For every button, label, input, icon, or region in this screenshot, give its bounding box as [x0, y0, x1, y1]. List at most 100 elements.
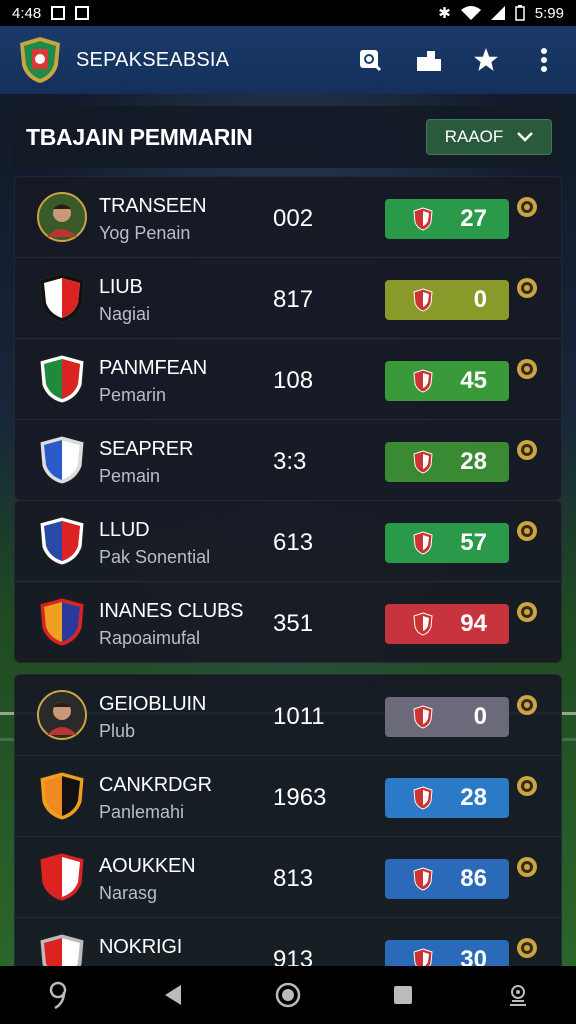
club-crest-icon	[37, 851, 87, 903]
club-number: 351	[273, 610, 314, 637]
club-subtitle: Pemarin	[99, 385, 167, 405]
battery-icon	[515, 5, 525, 21]
club-subtitle: Narasg	[99, 883, 158, 903]
list-item[interactable]: INANES CLUBS Rapoaimufal 351 94	[15, 582, 561, 662]
club-crest-icon	[37, 434, 87, 486]
score-value: 0	[473, 703, 487, 730]
score-pill[interactable]: 94	[385, 604, 509, 644]
club-name: GEIOBLUIN	[99, 693, 207, 715]
club-number: 813	[273, 865, 314, 892]
recents-button[interactable]	[385, 977, 421, 1013]
filter-dropdown-value: RAAOF	[444, 127, 504, 146]
club-subtitle: Pak Sonential	[99, 547, 211, 567]
system-nav-bar	[0, 966, 576, 1024]
image-notification-icon	[75, 6, 90, 20]
list-item[interactable]: TRANSEEN Yog Penain 002 27	[15, 177, 561, 258]
mini-crest-icon	[413, 450, 433, 474]
club-name: TRANSEEN	[99, 195, 207, 217]
club-name: INANES CLUBS	[99, 600, 244, 622]
club-crest-icon	[37, 596, 87, 648]
mini-crest-icon	[413, 207, 433, 231]
status-battery-text: 5:99	[534, 4, 564, 22]
score-pill[interactable]: 0	[385, 697, 509, 737]
club-name: CANKRDGR	[99, 774, 212, 796]
panel-title: TBAJAIN PEMMARIN	[26, 123, 253, 150]
mini-crest-icon	[413, 786, 433, 810]
list-item[interactable]: PANMFEAN Pemarin 108 45	[15, 339, 561, 420]
medal-badge-icon	[517, 521, 537, 541]
club-name: PANMFEAN	[99, 357, 208, 379]
club-crest-icon	[37, 515, 87, 567]
mini-crest-icon	[413, 867, 433, 891]
score-value: 28	[460, 784, 487, 811]
score-pill[interactable]: 28	[385, 442, 509, 482]
club-subtitle: Pemain	[99, 466, 161, 486]
accessibility-button[interactable]	[500, 977, 536, 1013]
status-time: 4:48	[12, 4, 42, 22]
chevron-down-icon	[517, 132, 534, 142]
club-number: 613	[273, 529, 314, 556]
score-value: 57	[460, 529, 487, 556]
search-button[interactable]	[356, 46, 384, 74]
medal-badge-icon	[517, 440, 537, 460]
score-pill[interactable]: 57	[385, 523, 509, 563]
medal-badge-icon	[517, 857, 537, 877]
club-name: LLUD	[99, 519, 150, 541]
signal-icon	[490, 6, 505, 20]
favorite-button[interactable]	[472, 46, 500, 74]
accessibility-icon	[510, 985, 527, 1006]
club-crest-icon	[37, 191, 87, 243]
list-item[interactable]: GEIOBLUIN Plub 1011 0	[15, 675, 561, 756]
mini-crest-icon	[413, 612, 433, 636]
app-title: SEPAKSEABSIA	[76, 48, 230, 71]
player-group-1: TRANSEEN Yog Penain 002 27 LIUB Nagiai 8…	[14, 176, 562, 501]
club-name: LIUB	[99, 276, 143, 298]
score-pill[interactable]: 0	[385, 280, 509, 320]
score-pill[interactable]: 45	[385, 361, 509, 401]
score-value: 94	[460, 610, 487, 637]
mini-crest-icon	[413, 531, 433, 555]
assistant-button[interactable]	[40, 977, 76, 1013]
club-subtitle: Yog Penain	[99, 223, 191, 243]
medal-badge-icon	[517, 776, 537, 796]
player-group-2: LLUD Pak Sonential 613 57 INANES CLUBS R…	[14, 500, 562, 663]
score-pill[interactable]: 28	[385, 778, 509, 818]
club-subtitle: Plub	[99, 721, 136, 741]
score-value: 45	[460, 367, 487, 394]
bluetooth-icon: ✱	[438, 5, 451, 22]
mini-crest-icon	[413, 369, 433, 393]
list-item[interactable]: LIUB Nagiai 817 0	[15, 258, 561, 339]
club-number: 108	[273, 367, 314, 394]
list-item[interactable]: SEAPRER Pemain 3:3 28	[15, 420, 561, 500]
recents-square-icon	[394, 986, 413, 1004]
club-subtitle: Panlemahi	[99, 802, 185, 822]
back-button[interactable]	[155, 977, 191, 1013]
club-number: 1963	[273, 784, 327, 811]
back-triangle-icon	[164, 985, 181, 1005]
club-name: NOKRIGI	[99, 936, 183, 958]
status-bar: 4:48 ✱ 5:99	[0, 0, 576, 26]
score-pill[interactable]: 27	[385, 199, 509, 239]
app-bar: SEPAKSEABSIA	[0, 26, 576, 94]
home-circle-icon	[275, 982, 301, 1008]
home-button[interactable]	[270, 977, 306, 1013]
share-button[interactable]	[414, 46, 442, 74]
medal-badge-icon	[517, 938, 537, 958]
club-subtitle: Rapoaimufal	[99, 628, 201, 648]
score-value: 0	[473, 286, 487, 313]
notification-n-icon	[51, 6, 66, 20]
list-item[interactable]: CANKRDGR Panlemahi 1963 28	[15, 756, 561, 837]
club-crest-icon	[37, 272, 87, 324]
filter-dropdown[interactable]: RAAOF	[426, 119, 552, 155]
player-group-3: GEIOBLUIN Plub 1011 0 CANKRDGR Panlemahi…	[14, 674, 562, 999]
medal-badge-icon	[517, 602, 537, 622]
list-item[interactable]: LLUD Pak Sonential 613 57	[15, 501, 561, 582]
club-crest-icon	[37, 770, 87, 822]
more-options-button[interactable]	[530, 46, 558, 74]
club-crest-icon	[37, 689, 87, 741]
medal-badge-icon	[517, 359, 537, 379]
score-pill[interactable]: 86	[385, 859, 509, 899]
list-item[interactable]: AOUKKEN Narasg 813 86	[15, 837, 561, 918]
star-icon	[474, 48, 498, 71]
more-vertical-icon	[541, 48, 547, 72]
